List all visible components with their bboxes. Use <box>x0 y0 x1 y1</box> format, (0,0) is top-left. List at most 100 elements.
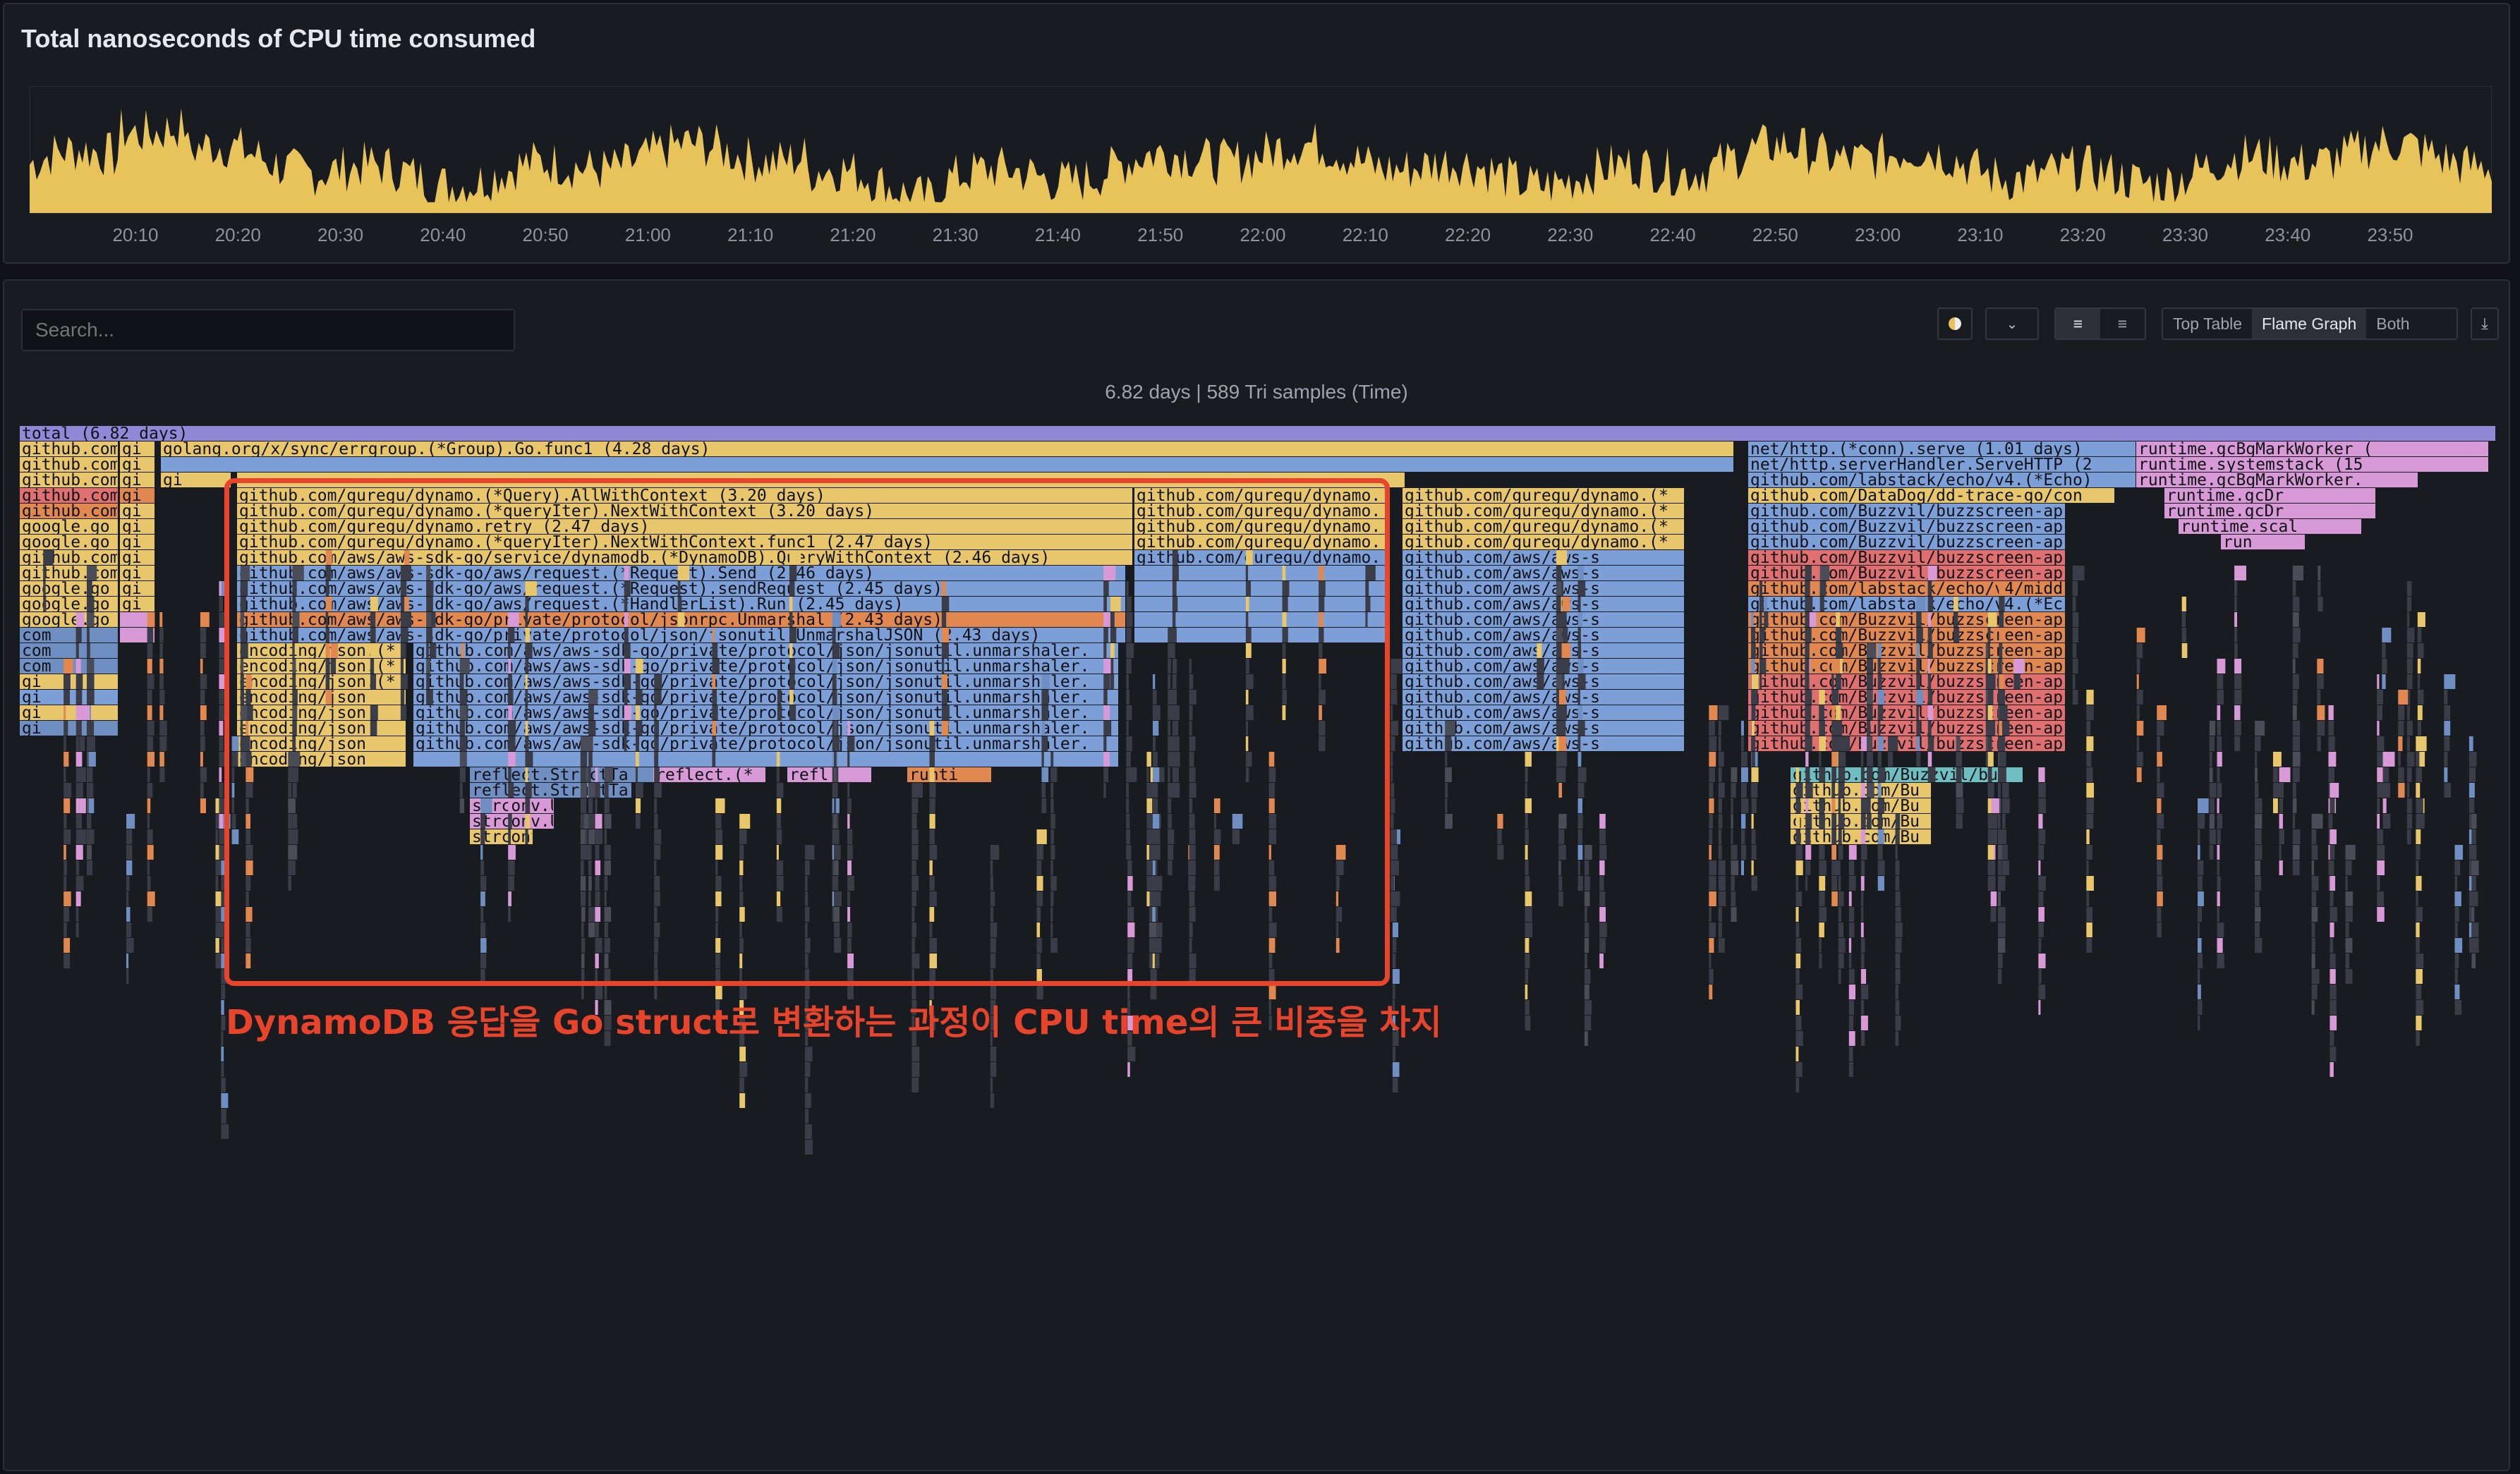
flame-frame[interactable] <box>75 798 80 813</box>
flame-frame[interactable] <box>2398 705 2405 720</box>
flame-frame[interactable] <box>1391 674 1397 689</box>
flame-frame[interactable] <box>1819 845 1825 860</box>
flame-frame[interactable] <box>219 829 224 844</box>
flame-frame[interactable] <box>1718 814 1723 829</box>
flame-frame[interactable] <box>1525 829 1529 844</box>
flame-frame[interactable] <box>2406 581 2412 596</box>
flame-frame[interactable] <box>1584 1016 1592 1030</box>
flame-frame[interactable] <box>2330 985 2337 999</box>
flame-frame[interactable]: github.com/Buzzvil/buzzscreen-ap <box>1748 642 2065 660</box>
flame-frame[interactable] <box>2311 829 2317 844</box>
flame-frame[interactable] <box>2377 845 2385 860</box>
flame-frame[interactable] <box>221 985 225 999</box>
flame-frame[interactable]: github.com/Buzzvil/buzzscreen-api <box>1748 502 2073 520</box>
flame-frame[interactable] <box>63 659 73 674</box>
flame-frame[interactable] <box>2038 860 2041 875</box>
flame-frame[interactable] <box>2345 891 2354 906</box>
flame-frame[interactable] <box>2086 752 2092 767</box>
flame-frame[interactable] <box>221 1062 224 1077</box>
flame-frame[interactable] <box>2406 829 2411 844</box>
flame-frame[interactable] <box>2471 860 2479 875</box>
flame-frame[interactable] <box>2217 954 2224 968</box>
tab-top-table[interactable]: Top Table <box>2163 309 2252 339</box>
flame-frame[interactable] <box>1718 783 1725 798</box>
flame-frame[interactable] <box>1831 659 1841 674</box>
flame-frame[interactable] <box>86 659 95 674</box>
flame-frame[interactable] <box>1860 876 1865 891</box>
flame-frame[interactable] <box>2292 721 2301 736</box>
flame-frame[interactable] <box>739 1078 744 1092</box>
flame-frame[interactable] <box>1927 612 1932 627</box>
flame-frame[interactable] <box>2157 783 2164 798</box>
flame-frame[interactable] <box>147 876 151 891</box>
flame-frame[interactable] <box>1838 752 1846 767</box>
flame-frame[interactable] <box>1848 938 1852 953</box>
flame-frame[interactable]: github.com/Bu <box>1791 797 1931 815</box>
flame-frame[interactable] <box>126 876 130 891</box>
flame-frame[interactable] <box>219 783 224 798</box>
flame-frame[interactable] <box>2454 876 2458 891</box>
export-button[interactable]: ⤓ <box>2471 307 2499 340</box>
flame-frame[interactable] <box>1895 1031 1899 1046</box>
flame-frame[interactable] <box>990 1047 997 1061</box>
flame-frame[interactable] <box>1795 767 1800 782</box>
flame-frame[interactable] <box>2444 767 2448 782</box>
flame-frame[interactable] <box>2197 876 2203 891</box>
flame-frame[interactable] <box>2330 783 2339 798</box>
flame-frame[interactable] <box>1916 721 1921 736</box>
flame-frame[interactable] <box>1860 907 1864 922</box>
flame-frame[interactable] <box>1751 814 1754 829</box>
flame-frame[interactable] <box>200 783 204 798</box>
flame-frame[interactable] <box>75 814 80 829</box>
flame-frame[interactable] <box>2157 721 2164 736</box>
flame-frame[interactable]: github.com/aws/aws-s <box>1403 704 1684 722</box>
flame-frame[interactable] <box>2416 798 2423 813</box>
flame-frame[interactable]: gi <box>120 580 155 598</box>
flame-frame[interactable]: github.com/Buzzvil/buzzscreen-ap <box>1748 719 2065 738</box>
flame-frame[interactable] <box>1819 783 1823 798</box>
flame-frame[interactable] <box>1877 643 1882 658</box>
flame-frame[interactable] <box>2471 814 2477 829</box>
flame-frame[interactable] <box>1577 674 1586 689</box>
flame-frame[interactable] <box>1836 721 1843 736</box>
flame-frame[interactable] <box>2398 752 2401 767</box>
flame-frame[interactable] <box>159 612 163 627</box>
flame-frame[interactable] <box>75 922 79 937</box>
flame-frame[interactable] <box>2136 705 2140 720</box>
flame-frame[interactable] <box>2416 736 2427 751</box>
flame-frame[interactable] <box>200 705 207 720</box>
flame-frame[interactable] <box>1795 985 1803 999</box>
flame-frame[interactable] <box>2038 845 2045 860</box>
flame-frame[interactable] <box>2292 798 2297 813</box>
flame-frame[interactable] <box>2330 845 2335 860</box>
flame-frame[interactable] <box>2086 845 2092 860</box>
flame-frame[interactable] <box>1759 581 1762 596</box>
flame-frame[interactable] <box>1956 736 1961 751</box>
flame-frame[interactable] <box>1927 721 1932 736</box>
flame-frame[interactable] <box>1709 985 1713 999</box>
flame-frame[interactable] <box>2038 1000 2041 1015</box>
flame-frame[interactable] <box>75 891 81 906</box>
flame-frame[interactable] <box>1795 876 1799 891</box>
flame-frame[interactable]: gi <box>120 502 155 520</box>
flame-frame[interactable] <box>79 767 86 782</box>
flame-frame[interactable] <box>88 767 93 782</box>
flame-frame[interactable] <box>1999 690 2006 705</box>
flame-frame[interactable] <box>2002 829 2007 844</box>
flame-frame[interactable] <box>1999 705 2004 720</box>
flame-frame[interactable] <box>2345 938 2353 953</box>
flame-frame[interactable] <box>2255 814 2262 829</box>
flame-frame[interactable] <box>1525 985 1528 999</box>
flame-frame[interactable] <box>1751 798 1757 813</box>
flame-frame[interactable] <box>1556 643 1562 658</box>
flame-frame[interactable] <box>2444 690 2448 705</box>
flame-frame[interactable] <box>1999 674 2004 689</box>
flame-frame[interactable] <box>75 829 80 844</box>
flame-frame[interactable] <box>2086 736 2094 751</box>
flame-frame[interactable] <box>1805 736 1812 751</box>
flame-frame[interactable] <box>1497 845 1504 860</box>
flame-frame[interactable] <box>2072 628 2078 642</box>
flame-frame[interactable] <box>1895 829 1900 844</box>
flame-frame[interactable] <box>2209 767 2213 782</box>
flame-frame[interactable] <box>1860 814 1866 829</box>
